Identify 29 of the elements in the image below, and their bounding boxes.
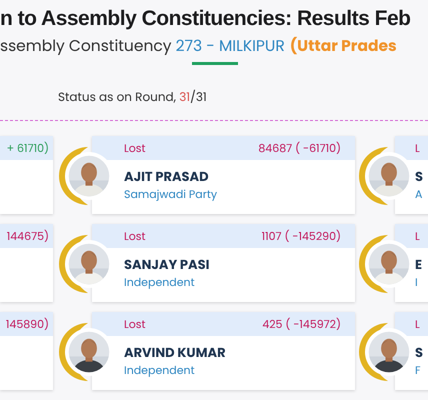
vote-count: 145890) [6,316,49,332]
vote-count: 425 ( -145972) [262,316,341,332]
vote-count: 84687 ( -61710) [258,140,341,156]
result-status: L [415,228,420,244]
vote-count: 144675) [6,228,49,244]
candidate-name: E [415,256,422,274]
candidate-name: S [415,344,423,362]
candidate-name: AJIT PRASAD [124,168,209,186]
result-status: Lost [124,228,146,244]
result-status: L [415,140,420,156]
candidate-name: S [415,168,423,186]
subtitle-text: ssembly Constituency [0,36,172,58]
party-name: F [415,362,421,378]
round-status: Status as on Round, 31/31 [58,89,207,107]
vote-count: 1107 ( -145290) [262,228,341,244]
result-status: L [415,316,420,332]
constituency-name: 273 - MILKIPUR [176,36,285,58]
result-status: Lost [124,140,146,156]
vote-count: + 61710) [6,140,49,156]
party-name: Independent [124,274,195,290]
party-name: I [415,274,418,290]
candidate-name: SANJAY PASI [124,256,210,274]
result-status: Lost [124,316,146,332]
party-name: Samajwadi Party [124,186,218,202]
candidate-name: ARVIND KUMAR [124,344,226,362]
page-title: n to Assembly Constituencies: Results Feb [0,6,412,32]
state-name: (Uttar Prades [290,36,397,58]
party-name: A [415,186,422,202]
party-name: Independent [124,362,195,378]
